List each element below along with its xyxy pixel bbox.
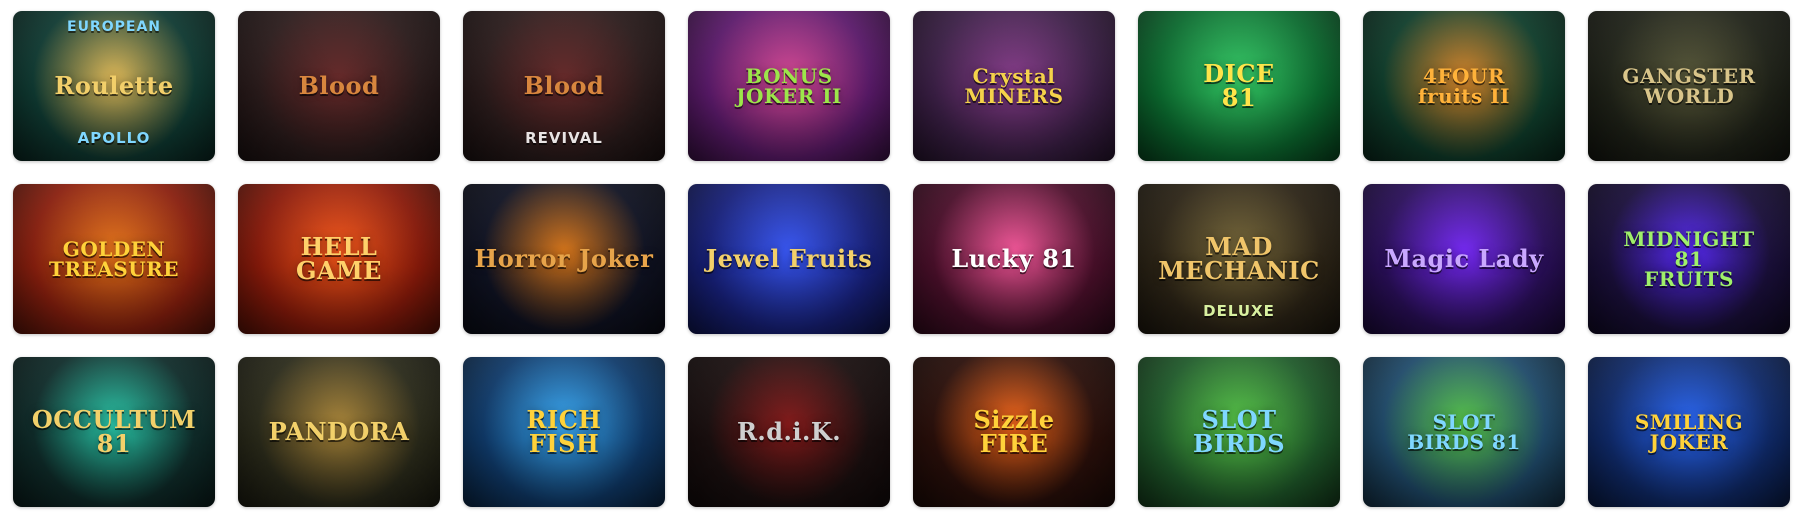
game-tile[interactable]: EUROPEAN Roulette APOLLO xyxy=(13,11,215,161)
game-title: Roulette xyxy=(54,71,174,100)
game-tile[interactable]: Magic Lady xyxy=(1363,184,1565,334)
game-title: Lucky 81 xyxy=(951,244,1077,273)
game-tile[interactable]: RICH FISH xyxy=(463,357,665,507)
game-title: OCCULTUM 81 xyxy=(31,405,197,458)
game-tile[interactable]: OCCULTUM 81 xyxy=(13,357,215,507)
game-title: SLOT BIRDS 81 xyxy=(1407,410,1521,454)
game-tile[interactable]: 4FOUR fruits II xyxy=(1363,11,1565,161)
game-title: Crystal MINERS xyxy=(964,64,1064,108)
game-title: SLOT BIRDS xyxy=(1192,405,1286,458)
game-tile[interactable]: Horror Joker xyxy=(463,184,665,334)
game-tile[interactable]: Blood REVIVAL xyxy=(463,11,665,161)
game-tile[interactable]: BONUS JOKER II xyxy=(688,11,890,161)
game-title: SMILING JOKER xyxy=(1634,410,1744,454)
game-grid: EUROPEAN Roulette APOLLO Blood Blood REVIVAL B… xyxy=(0,0,1804,522)
game-title: 4FOUR fruits II xyxy=(1418,64,1510,108)
game-tile[interactable]: PANDORA xyxy=(238,357,440,507)
game-tile[interactable]: GANGSTER WORLD xyxy=(1588,11,1790,161)
game-tile[interactable]: Sizzle FIRE xyxy=(913,357,1115,507)
game-title: PANDORA xyxy=(268,417,410,446)
game-tile[interactable]: Crystal MINERS xyxy=(913,11,1115,161)
game-title: RICH FISH xyxy=(526,405,602,458)
game-tile[interactable]: SLOT BIRDS 81 xyxy=(1363,357,1565,507)
game-tile[interactable]: Blood xyxy=(238,11,440,161)
game-title: Sizzle FIRE xyxy=(973,405,1055,458)
game-title: DICE 81 xyxy=(1203,59,1275,112)
game-title: Magic Lady xyxy=(1384,244,1544,273)
game-tile[interactable]: R.d.i.K. xyxy=(688,357,890,507)
game-tile[interactable]: MAD MECHANIC DELUXE xyxy=(1138,184,1340,334)
game-kicker: EUROPEAN xyxy=(67,19,161,35)
game-subtitle: REVIVAL xyxy=(525,129,603,147)
game-title: GANGSTER WORLD xyxy=(1622,64,1756,108)
game-title: GOLDEN TREASURE xyxy=(48,237,179,281)
game-tile[interactable]: SLOT BIRDS xyxy=(1138,357,1340,507)
game-title: Horror Joker xyxy=(474,244,654,273)
game-title: Jewel Fruits xyxy=(705,244,873,273)
game-tile[interactable]: Lucky 81 xyxy=(913,184,1115,334)
game-title: MAD MECHANIC xyxy=(1158,232,1320,285)
game-title: BONUS JOKER II xyxy=(736,64,842,108)
game-title: MIDNIGHT 81 FRUITS xyxy=(1623,227,1755,291)
game-tile[interactable]: DICE 81 xyxy=(1138,11,1340,161)
game-title: Blood xyxy=(523,71,605,100)
game-title: R.d.i.K. xyxy=(736,417,842,446)
game-subtitle: APOLLO xyxy=(77,129,151,147)
game-title: Blood xyxy=(298,71,380,100)
game-tile[interactable]: SMILING JOKER xyxy=(1588,357,1790,507)
game-tile[interactable]: MIDNIGHT 81 FRUITS xyxy=(1588,184,1790,334)
game-tile[interactable]: HELL GAME xyxy=(238,184,440,334)
game-tile[interactable]: GOLDEN TREASURE xyxy=(13,184,215,334)
game-title: HELL GAME xyxy=(296,232,382,285)
game-tile[interactable]: Jewel Fruits xyxy=(688,184,890,334)
game-subtitle: DELUXE xyxy=(1203,302,1275,320)
